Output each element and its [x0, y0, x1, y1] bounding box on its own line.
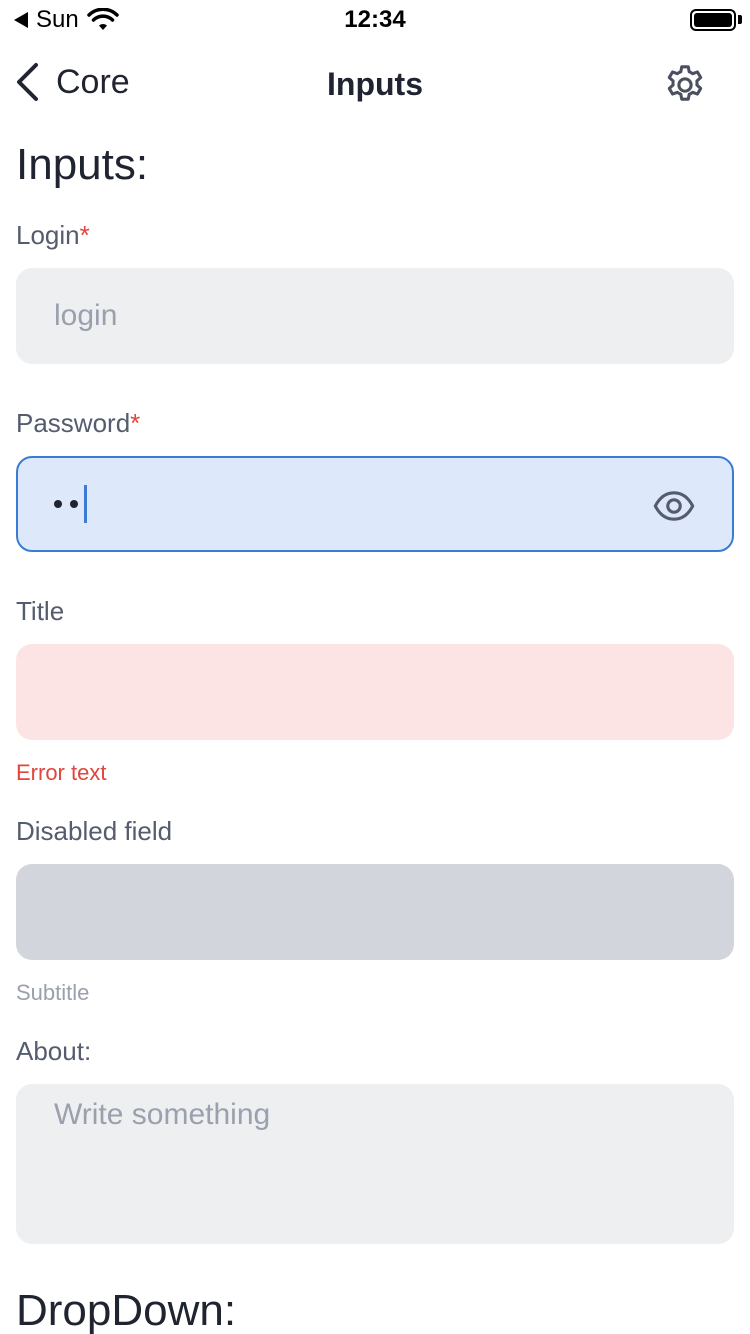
- toggle-password-visibility-button[interactable]: [652, 484, 696, 528]
- login-input[interactable]: login: [16, 268, 734, 364]
- login-label-text: Login: [16, 220, 80, 250]
- password-input[interactable]: [16, 456, 734, 552]
- password-dot: [54, 500, 62, 508]
- disabled-field-subtitle: Subtitle: [16, 980, 90, 1005]
- nav-bar: Core Inputs: [0, 52, 750, 118]
- eye-icon: [653, 491, 695, 521]
- settings-button[interactable]: [662, 62, 708, 108]
- about-placeholder: Write something: [54, 1098, 271, 1131]
- gear-icon: [667, 65, 703, 101]
- required-marker: *: [79, 220, 90, 250]
- title-label: Title: [16, 596, 65, 626]
- password-label-text: Password: [16, 408, 131, 438]
- password-label: Password*: [16, 408, 140, 439]
- about-label: About:: [16, 1036, 92, 1066]
- login-label: Login*: [16, 220, 90, 251]
- required-marker: *: [130, 408, 141, 438]
- battery-level: [694, 13, 732, 27]
- title-error-text: Error text: [16, 760, 107, 785]
- password-masked-value: [54, 500, 78, 508]
- disabled-input: [16, 864, 734, 960]
- screen: Sun 12:34 Core Inputs Inputs: Login* log…: [0, 0, 750, 1334]
- status-bar: Sun 12:34: [0, 0, 750, 40]
- inputs-section-title: Inputs:: [16, 140, 149, 189]
- login-placeholder: login: [54, 299, 118, 332]
- battery-tip: [738, 15, 742, 24]
- nav-back-label: Core: [56, 62, 130, 101]
- status-time: 12:34: [344, 6, 406, 33]
- about-textarea[interactable]: Write something: [16, 1084, 734, 1244]
- text-caret: [84, 485, 87, 523]
- password-dot: [70, 500, 78, 508]
- title-input[interactable]: [16, 644, 734, 740]
- dropdown-section-title: DropDown:: [16, 1286, 237, 1334]
- chevron-left-icon: [17, 63, 38, 101]
- battery-icon: [690, 9, 736, 31]
- disabled-field-label: Disabled field: [16, 816, 173, 846]
- nav-back-button[interactable]: Core: [14, 62, 130, 102]
